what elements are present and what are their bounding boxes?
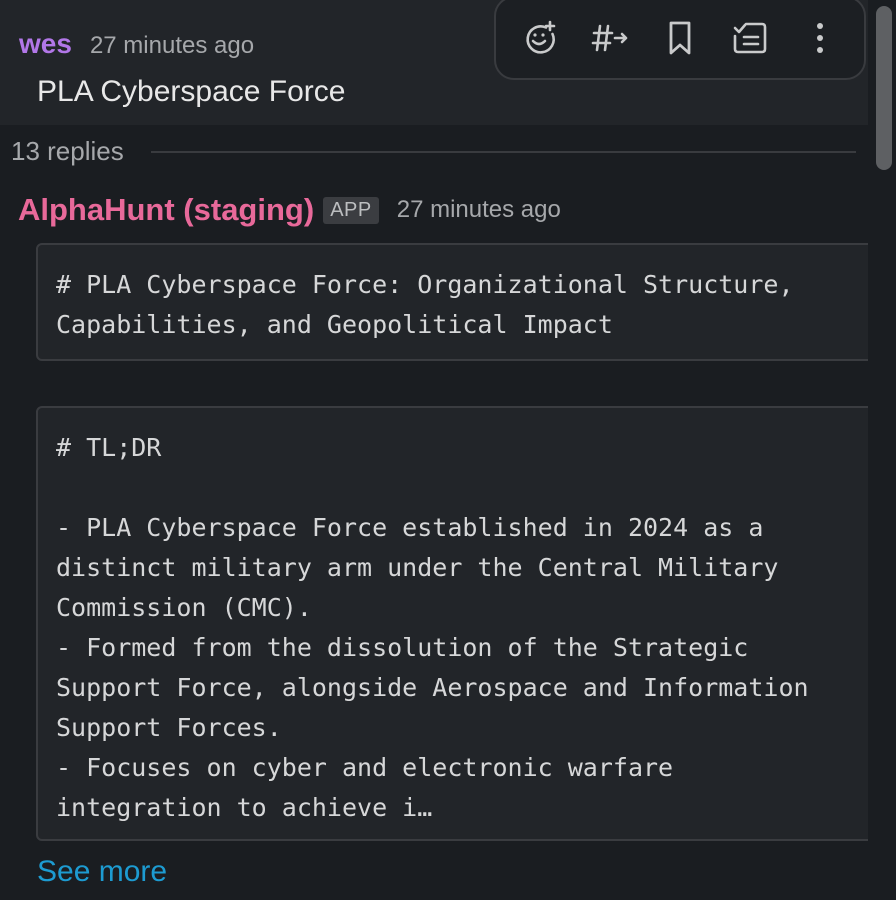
app-badge: APP xyxy=(323,196,379,224)
save-bookmark-button[interactable] xyxy=(660,18,700,58)
divider-line xyxy=(150,150,856,153)
parent-message-header: wes 27 minutes ago xyxy=(19,28,254,60)
scrollbar-thumb[interactable] xyxy=(876,6,892,170)
move-to-list-button[interactable] xyxy=(730,18,770,58)
parent-message-text: PLA Cyberspace Force xyxy=(37,75,346,108)
author-name[interactable]: wes xyxy=(19,28,72,60)
add-reaction-icon xyxy=(526,20,556,54)
message-actions-toolbar xyxy=(494,0,866,80)
replies-divider: 13 replies xyxy=(11,136,856,167)
code-block-summary: # TL;DR - PLA Cyberspace Force establish… xyxy=(36,406,877,841)
more-actions-button[interactable] xyxy=(800,18,840,58)
reply-header: AlphaHunt (staging) APP 27 minutes ago xyxy=(18,192,561,228)
bookmark-icon xyxy=(669,21,691,55)
reply-timestamp[interactable]: 27 minutes ago xyxy=(397,196,561,224)
code-block-title: # PLA Cyberspace Force: Organizational S… xyxy=(36,243,877,361)
more-actions-icon xyxy=(817,23,823,53)
see-more-link[interactable]: See more xyxy=(37,855,167,889)
move-to-list-icon xyxy=(733,22,767,54)
replies-count: 13 replies xyxy=(11,136,124,166)
reply-in-channel-icon xyxy=(591,24,628,52)
reply-in-channel-button[interactable] xyxy=(590,18,630,58)
reply-author-name[interactable]: AlphaHunt (staging) xyxy=(18,192,314,228)
thread-view: wes 27 minutes ago PLA Cyberspace Force xyxy=(0,0,896,900)
add-reaction-button[interactable] xyxy=(520,18,560,58)
message-timestamp[interactable]: 27 minutes ago xyxy=(90,32,254,60)
